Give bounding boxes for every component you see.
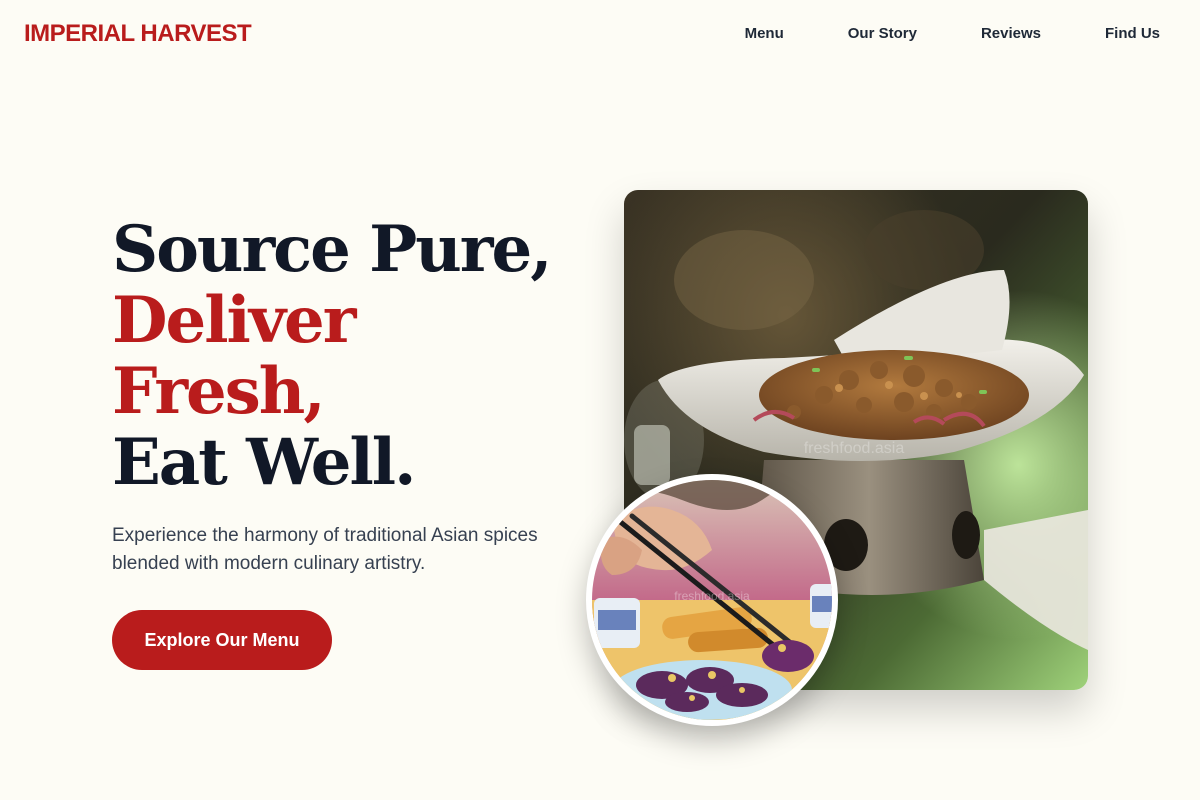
chopsticks-dish-illustration: freshfood.asia (592, 480, 832, 720)
hero-subtitle: Experience the harmony of traditional As… (112, 525, 538, 574)
hero-title-line-4: Eat Well. (112, 425, 416, 500)
hero-title-line-3: Fresh, (112, 354, 326, 429)
nav-item-find-us[interactable]: Find Us (1105, 24, 1160, 44)
hero-title-line-1: Source Pure, (112, 212, 552, 287)
site-header: IMPERIAL HARVEST Menu Our Story Reviews … (0, 0, 1200, 68)
circle-photo-watermark: freshfood.asia (674, 589, 750, 603)
main-photo-watermark: freshfood.asia (804, 440, 905, 457)
nav-item-menu[interactable]: Menu (745, 24, 784, 44)
brand-logo[interactable]: IMPERIAL HARVEST (24, 19, 252, 49)
nav-item-our-story[interactable]: Our Story (848, 24, 917, 44)
explore-menu-button[interactable]: Explore Our Menu (112, 610, 332, 670)
nav-item-reviews[interactable]: Reviews (981, 24, 1041, 44)
hero-title-line-2: Deliver (112, 283, 356, 358)
hero-title: Source Pure, Deliver Fresh, Eat Well. (112, 212, 552, 500)
main-nav: Menu Our Story Reviews Find Us (745, 24, 1160, 44)
landing-page: IMPERIAL HARVEST Menu Our Story Reviews … (0, 0, 1200, 800)
chopsticks-dish-photo: freshfood.asia (586, 474, 838, 726)
